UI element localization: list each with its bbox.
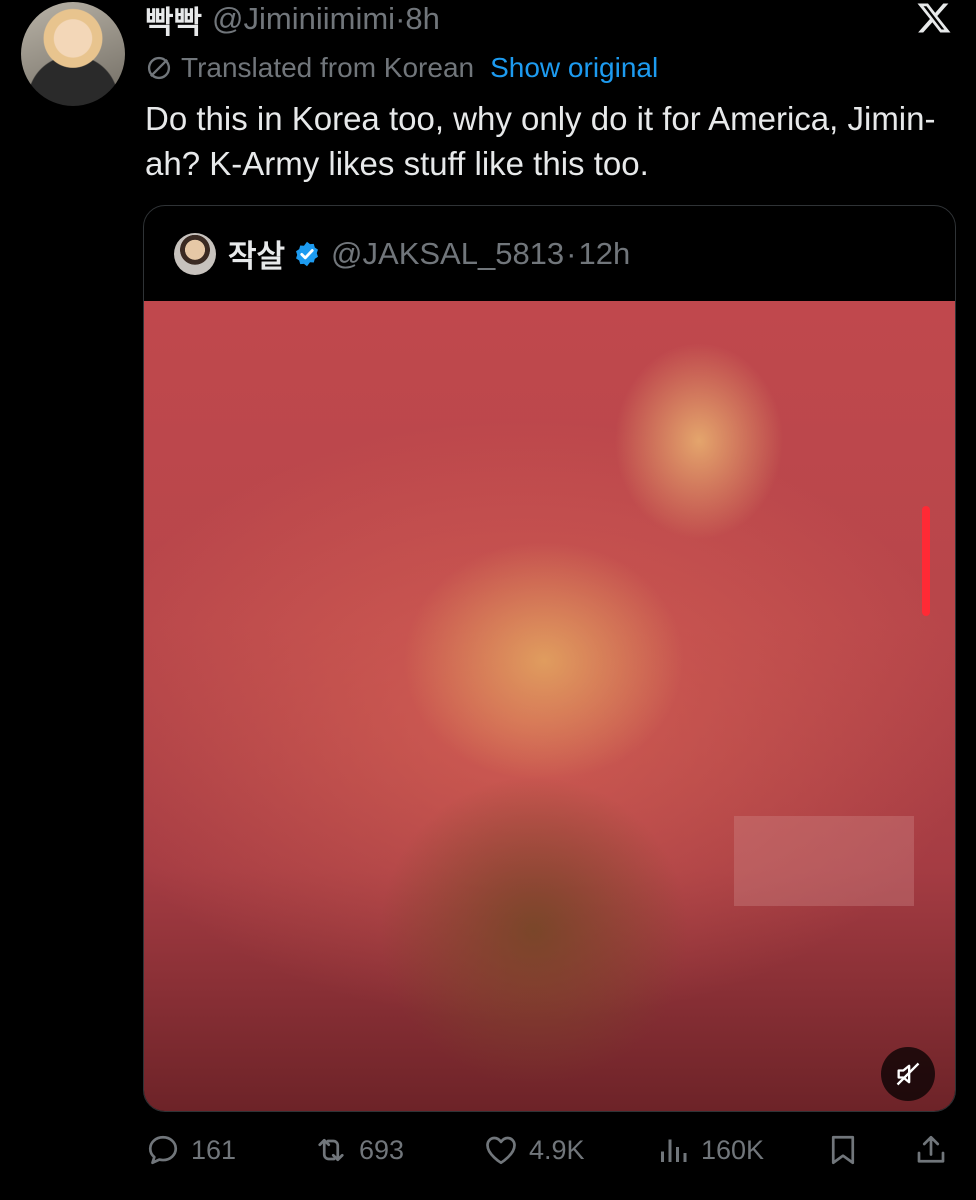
quoted-author-name[interactable]: 작살 bbox=[228, 231, 285, 276]
quoted-post-header: 작살 @JAKSAL_5813 · 12h bbox=[144, 206, 955, 301]
quoted-separator-dot: · bbox=[566, 235, 577, 271]
like-count: 4.9K bbox=[529, 1134, 585, 1165]
action-bar: 161 693 4.9K 160K bbox=[145, 1125, 955, 1175]
bookmark-icon bbox=[831, 1135, 855, 1165]
post-time[interactable]: 8h bbox=[405, 1, 439, 37]
stage-screen bbox=[734, 816, 914, 906]
volume-muted-icon bbox=[896, 1062, 920, 1086]
post-header: 빡빡 @Jiminiimimi · 8h bbox=[145, 0, 440, 40]
translation-notice: Translated from Korean Show original bbox=[145, 50, 658, 86]
heart-icon bbox=[486, 1136, 516, 1165]
video-player[interactable] bbox=[144, 301, 955, 1111]
translate-icon bbox=[147, 56, 171, 80]
views-count: 160K bbox=[701, 1134, 765, 1165]
quoted-post-time[interactable]: 12h bbox=[579, 236, 631, 272]
reply-icon bbox=[148, 1135, 178, 1165]
share-button[interactable] bbox=[913, 1125, 959, 1175]
show-original-link[interactable]: Show original bbox=[490, 52, 658, 84]
repost-button[interactable]: 693 bbox=[313, 1125, 404, 1175]
x-logo-icon[interactable] bbox=[916, 0, 952, 36]
separator-dot: · bbox=[395, 1, 406, 36]
stage-light bbox=[922, 506, 930, 616]
views-icon bbox=[661, 1139, 687, 1162]
quoted-post[interactable]: 작살 @JAKSAL_5813 · 12h bbox=[143, 205, 956, 1112]
mute-button[interactable] bbox=[881, 1047, 935, 1101]
verified-badge-icon bbox=[296, 241, 319, 266]
reply-count: 161 bbox=[191, 1134, 237, 1165]
quoted-author-handle[interactable]: @JAKSAL_5813 bbox=[331, 236, 564, 272]
reply-button[interactable]: 161 bbox=[145, 1125, 236, 1175]
bookmark-button[interactable] bbox=[825, 1125, 871, 1175]
author-avatar[interactable] bbox=[21, 2, 125, 106]
author-name[interactable]: 빡빡 bbox=[145, 0, 202, 42]
author-handle[interactable]: @Jiminiimimi bbox=[212, 1, 395, 37]
like-button[interactable]: 4.9K bbox=[483, 1125, 585, 1175]
translated-label: Translated from Korean bbox=[181, 52, 475, 83]
quoted-author-avatar[interactable] bbox=[174, 232, 216, 275]
post-body: Do this in Korea too, why only do it for… bbox=[145, 100, 936, 182]
repost-count: 693 bbox=[359, 1134, 405, 1165]
repost-icon bbox=[318, 1138, 344, 1162]
views-button[interactable]: 160K bbox=[655, 1125, 764, 1175]
share-icon bbox=[917, 1135, 945, 1163]
